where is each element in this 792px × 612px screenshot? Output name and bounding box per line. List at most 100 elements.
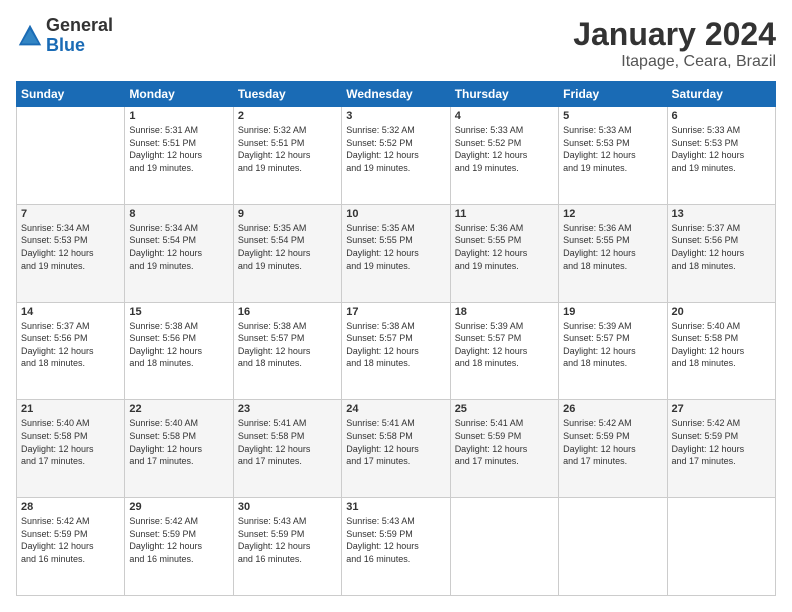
- day-info: Sunrise: 5:40 AM Sunset: 5:58 PM Dayligh…: [129, 417, 228, 467]
- calendar-cell: 18 Sunrise: 5:39 AM Sunset: 5:57 PM Dayli…: [450, 302, 558, 400]
- calendar-cell: 16 Sunrise: 5:38 AM Sunset: 5:57 PM Dayli…: [233, 302, 341, 400]
- day-info: Sunrise: 5:33 AM Sunset: 5:52 PM Dayligh…: [455, 124, 554, 174]
- header-cell: Tuesday: [233, 82, 341, 107]
- day-info: Sunrise: 5:33 AM Sunset: 5:53 PM Dayligh…: [563, 124, 662, 174]
- day-number: 22: [129, 403, 228, 415]
- day-info: Sunrise: 5:32 AM Sunset: 5:51 PM Dayligh…: [238, 124, 337, 174]
- calendar-cell: 6 Sunrise: 5:33 AM Sunset: 5:53 PM Daylig…: [667, 107, 775, 205]
- calendar-cell: 20Sunrise: 5:40 AM Sunset: 5:58 PM Dayli…: [667, 302, 775, 400]
- day-number: 24: [346, 403, 445, 415]
- day-number: 20: [672, 306, 771, 318]
- day-number: 23: [238, 403, 337, 415]
- day-number: 31: [346, 501, 445, 513]
- calendar-cell: 25 Sunrise: 5:41 AM Sunset: 5:59 PM Dayli…: [450, 400, 558, 498]
- day-info: Sunrise: 5:38 AM Sunset: 5:57 PM Dayligh…: [238, 320, 337, 370]
- day-info: Sunrise: 5:36 AM Sunset: 5:55 PM Dayligh…: [563, 222, 662, 272]
- calendar-cell: 29Sunrise: 5:42 AM Sunset: 5:59 PM Dayli…: [125, 498, 233, 596]
- calendar-row: 28Sunrise: 5:42 AM Sunset: 5:59 PM Dayli…: [17, 498, 776, 596]
- day-info: Sunrise: 5:42 AM Sunset: 5:59 PM Dayligh…: [129, 515, 228, 565]
- header-cell: Thursday: [450, 82, 558, 107]
- header-cell: Friday: [559, 82, 667, 107]
- day-number: 13: [672, 208, 771, 220]
- day-number: 27: [672, 403, 771, 415]
- day-info: Sunrise: 5:36 AM Sunset: 5:55 PM Dayligh…: [455, 222, 554, 272]
- calendar-cell: 13 Sunrise: 5:37 AM Sunset: 5:56 PM Dayli…: [667, 204, 775, 302]
- day-number: 1: [129, 110, 228, 122]
- header: General Blue January 2024 Itapage, Ceara…: [16, 16, 776, 71]
- day-info: Sunrise: 5:33 AM Sunset: 5:53 PM Dayligh…: [672, 124, 771, 174]
- calendar-cell: 19Sunrise: 5:39 AM Sunset: 5:57 PM Dayli…: [559, 302, 667, 400]
- day-number: 25: [455, 403, 554, 415]
- calendar-cell: 17 Sunrise: 5:38 AM Sunset: 5:57 PM Dayli…: [342, 302, 450, 400]
- day-info: Sunrise: 5:38 AM Sunset: 5:57 PM Dayligh…: [346, 320, 445, 370]
- calendar-row: 21 Sunrise: 5:40 AM Sunset: 5:58 PM Dayli…: [17, 400, 776, 498]
- calendar-cell: 15 Sunrise: 5:38 AM Sunset: 5:56 PM Dayli…: [125, 302, 233, 400]
- header-cell: Monday: [125, 82, 233, 107]
- day-info: Sunrise: 5:41 AM Sunset: 5:58 PM Dayligh…: [238, 417, 337, 467]
- header-row: SundayMondayTuesdayWednesdayThursdayFrid…: [17, 82, 776, 107]
- calendar-cell: 31 Sunrise: 5:43 AM Sunset: 5:59 PM Dayli…: [342, 498, 450, 596]
- calendar-cell: 9 Sunrise: 5:35 AM Sunset: 5:54 PM Daylig…: [233, 204, 341, 302]
- day-info: Sunrise: 5:41 AM Sunset: 5:59 PM Dayligh…: [455, 417, 554, 467]
- day-info: Sunrise: 5:32 AM Sunset: 5:52 PM Dayligh…: [346, 124, 445, 174]
- day-number: 8: [129, 208, 228, 220]
- day-number: 21: [21, 403, 120, 415]
- day-number: 18: [455, 306, 554, 318]
- calendar-cell: 7Sunrise: 5:34 AM Sunset: 5:53 PM Daylig…: [17, 204, 125, 302]
- header-cell: Wednesday: [342, 82, 450, 107]
- logo-icon: [16, 22, 44, 50]
- day-info: Sunrise: 5:43 AM Sunset: 5:59 PM Dayligh…: [346, 515, 445, 565]
- day-info: Sunrise: 5:31 AM Sunset: 5:51 PM Dayligh…: [129, 124, 228, 174]
- calendar-cell: 21Sunrise: 5:40 AM Sunset: 5:58 PM Dayli…: [17, 400, 125, 498]
- page-title: January 2024: [573, 16, 776, 53]
- calendar-cell: 4 Sunrise: 5:33 AM Sunset: 5:52 PM Daylig…: [450, 107, 558, 205]
- day-info: Sunrise: 5:37 AM Sunset: 5:56 PM Dayligh…: [672, 222, 771, 272]
- calendar-cell: [450, 498, 558, 596]
- logo-general: General: [46, 16, 113, 36]
- day-info: Sunrise: 5:39 AM Sunset: 5:57 PM Dayligh…: [563, 320, 662, 370]
- calendar-body: 1 Sunrise: 5:31 AM Sunset: 5:51 PM Daylig…: [17, 107, 776, 596]
- day-info: Sunrise: 5:37 AM Sunset: 5:56 PM Dayligh…: [21, 320, 120, 370]
- day-info: Sunrise: 5:38 AM Sunset: 5:56 PM Dayligh…: [129, 320, 228, 370]
- day-number: 16: [238, 306, 337, 318]
- day-number: 7: [21, 208, 120, 220]
- day-number: 30: [238, 501, 337, 513]
- day-info: Sunrise: 5:42 AM Sunset: 5:59 PM Dayligh…: [672, 417, 771, 467]
- page-subtitle: Itapage, Ceara, Brazil: [573, 53, 776, 71]
- day-number: 9: [238, 208, 337, 220]
- day-number: 14: [21, 306, 120, 318]
- day-number: 4: [455, 110, 554, 122]
- day-info: Sunrise: 5:39 AM Sunset: 5:57 PM Dayligh…: [455, 320, 554, 370]
- calendar-cell: 27 Sunrise: 5:42 AM Sunset: 5:59 PM Dayli…: [667, 400, 775, 498]
- day-number: 6: [672, 110, 771, 122]
- day-info: Sunrise: 5:35 AM Sunset: 5:54 PM Dayligh…: [238, 222, 337, 272]
- title-block: January 2024 Itapage, Ceara, Brazil: [573, 16, 776, 71]
- day-info: Sunrise: 5:42 AM Sunset: 5:59 PM Dayligh…: [21, 515, 120, 565]
- day-number: 11: [455, 208, 554, 220]
- calendar-header: SundayMondayTuesdayWednesdayThursdayFrid…: [17, 82, 776, 107]
- logo: General Blue: [16, 16, 113, 56]
- calendar-cell: 23 Sunrise: 5:41 AM Sunset: 5:58 PM Dayli…: [233, 400, 341, 498]
- day-info: Sunrise: 5:41 AM Sunset: 5:58 PM Dayligh…: [346, 417, 445, 467]
- calendar-cell: 22 Sunrise: 5:40 AM Sunset: 5:58 PM Dayli…: [125, 400, 233, 498]
- calendar-cell: 26Sunrise: 5:42 AM Sunset: 5:59 PM Dayli…: [559, 400, 667, 498]
- day-number: 17: [346, 306, 445, 318]
- header-cell: Sunday: [17, 82, 125, 107]
- calendar-cell: 30Sunrise: 5:43 AM Sunset: 5:59 PM Dayli…: [233, 498, 341, 596]
- day-number: 15: [129, 306, 228, 318]
- calendar-cell: [17, 107, 125, 205]
- calendar-row: 14 Sunrise: 5:37 AM Sunset: 5:56 PM Dayli…: [17, 302, 776, 400]
- calendar-cell: [559, 498, 667, 596]
- day-number: 2: [238, 110, 337, 122]
- calendar-cell: 11 Sunrise: 5:36 AM Sunset: 5:55 PM Dayli…: [450, 204, 558, 302]
- day-info: Sunrise: 5:35 AM Sunset: 5:55 PM Dayligh…: [346, 222, 445, 272]
- day-info: Sunrise: 5:34 AM Sunset: 5:54 PM Dayligh…: [129, 222, 228, 272]
- page: General Blue January 2024 Itapage, Ceara…: [0, 0, 792, 612]
- calendar-cell: 24 Sunrise: 5:41 AM Sunset: 5:58 PM Dayli…: [342, 400, 450, 498]
- calendar-row: 7Sunrise: 5:34 AM Sunset: 5:53 PM Daylig…: [17, 204, 776, 302]
- calendar-cell: 12Sunrise: 5:36 AM Sunset: 5:55 PM Dayli…: [559, 204, 667, 302]
- calendar-table: SundayMondayTuesdayWednesdayThursdayFrid…: [16, 81, 776, 596]
- day-number: 5: [563, 110, 662, 122]
- logo-blue: Blue: [46, 36, 113, 56]
- calendar-cell: 14 Sunrise: 5:37 AM Sunset: 5:56 PM Dayli…: [17, 302, 125, 400]
